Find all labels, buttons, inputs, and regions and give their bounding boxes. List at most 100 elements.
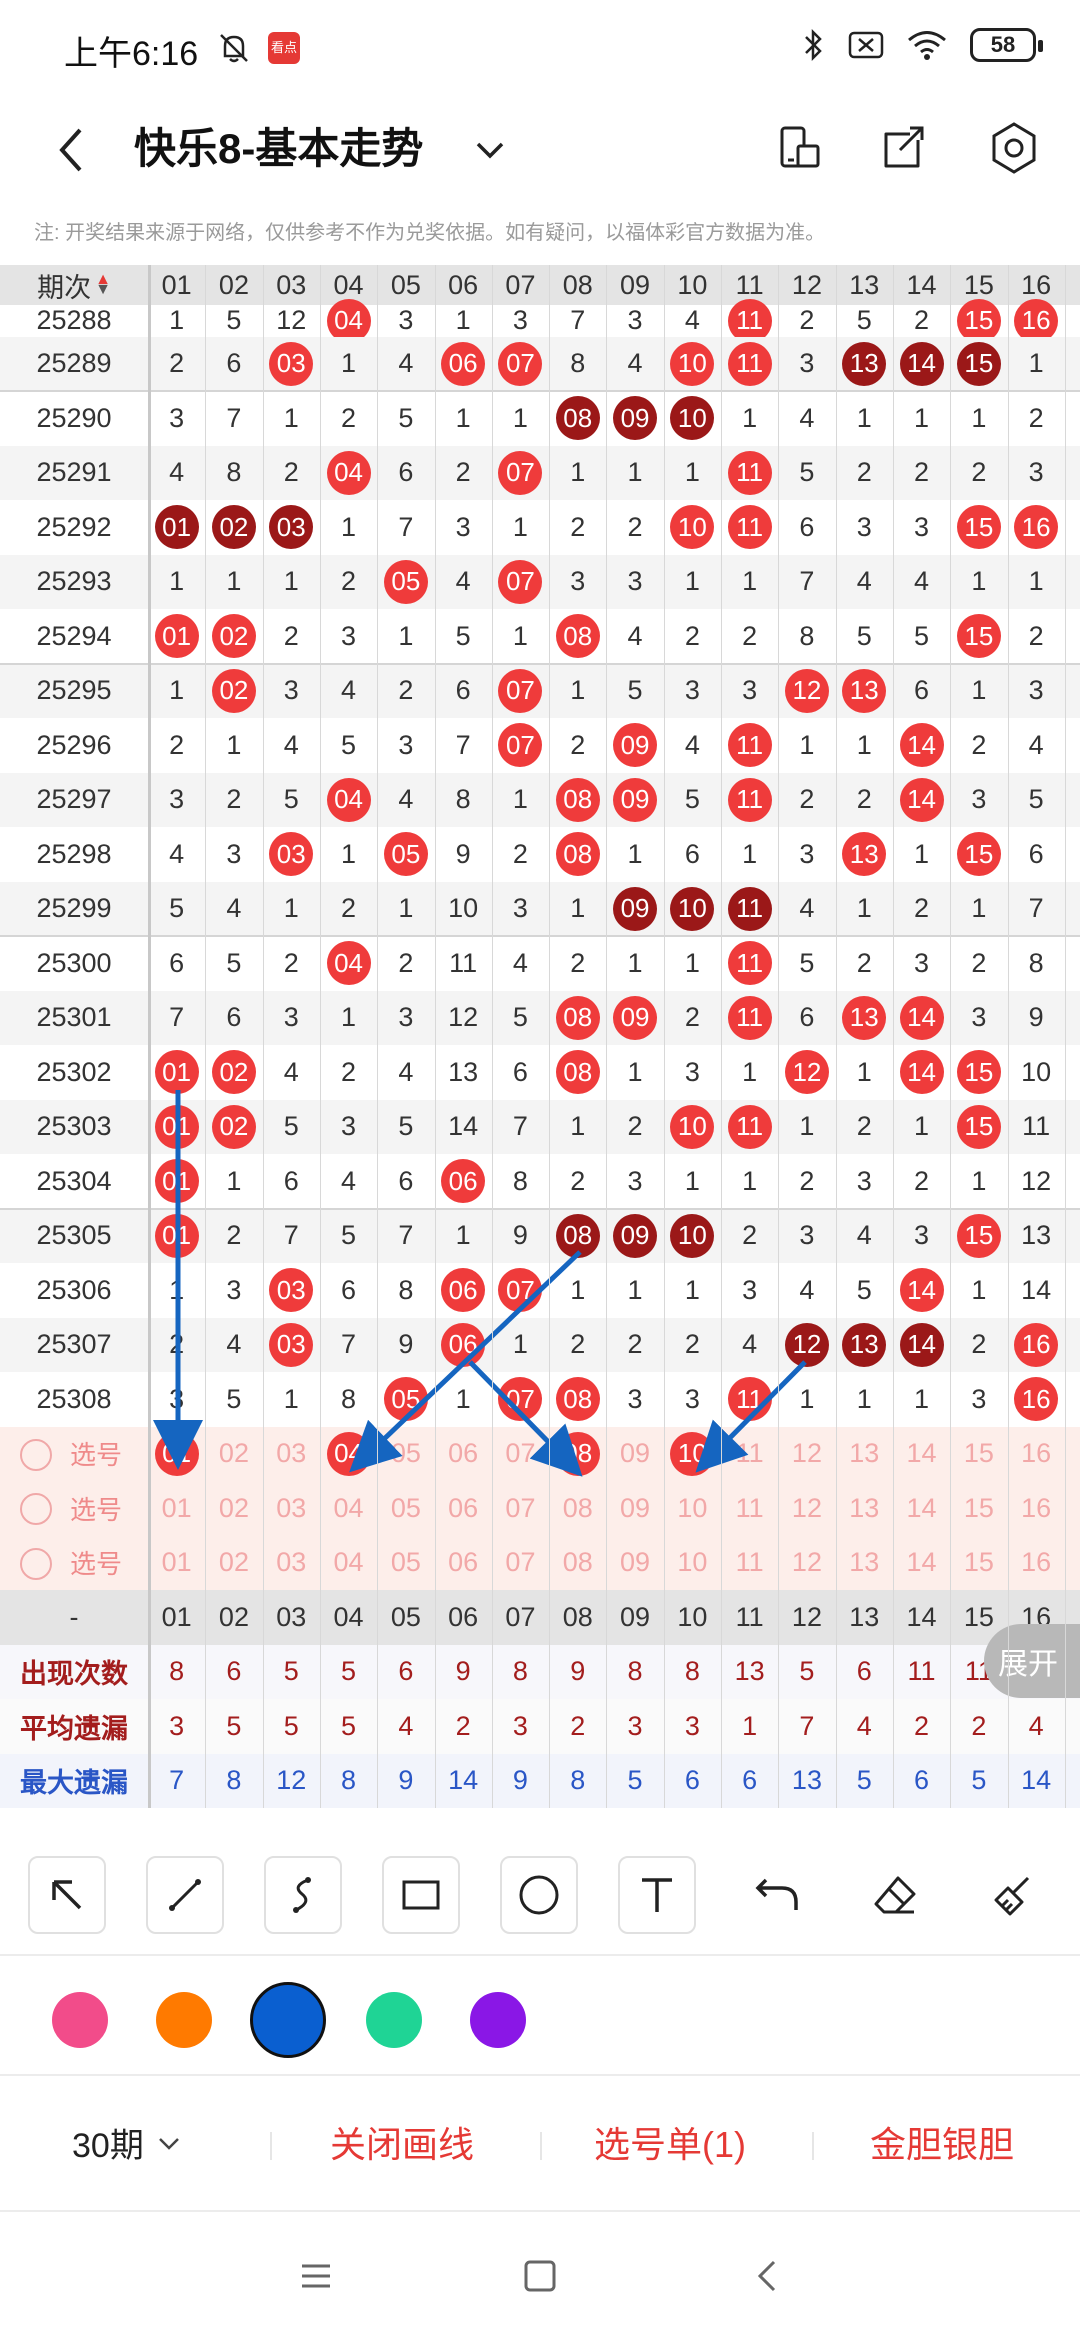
pick-number[interactable]: 08 <box>549 1536 606 1591</box>
pick-list-button[interactable]: 选号单(1) <box>594 2116 746 2168</box>
curve-tool[interactable] <box>264 1856 342 1934</box>
pick-number[interactable]: 13 <box>836 1427 893 1482</box>
pick-number[interactable]: 10 <box>664 1427 721 1482</box>
pick-number[interactable]: 14 <box>893 1427 950 1482</box>
pick-number[interactable]: 10 <box>664 1536 721 1591</box>
pick-number[interactable]: 01 <box>148 1536 205 1591</box>
pick-number[interactable]: 07 <box>492 1481 549 1536</box>
color-swatch[interactable] <box>52 1992 108 2048</box>
omission-value: 6 <box>1028 838 1044 869</box>
number-cell: 2 <box>435 446 492 501</box>
settings-icon[interactable] <box>982 116 1046 180</box>
pick-number[interactable]: 06 <box>435 1536 492 1591</box>
pick-number[interactable]: 02 <box>205 1481 262 1536</box>
picked-number-ball[interactable]: 01 <box>154 1431 199 1476</box>
pick-number[interactable]: 12 <box>778 1536 835 1591</box>
pick-row-radio[interactable] <box>20 1438 52 1471</box>
pick-number[interactable]: 14 <box>893 1536 950 1591</box>
number-cell: 6 <box>377 446 434 501</box>
stat-value: 8 <box>226 1765 242 1796</box>
pick-row-radio[interactable] <box>20 1547 52 1580</box>
pick-number[interactable]: 01 <box>148 1481 205 1536</box>
pick-number[interactable]: 09 <box>606 1481 663 1536</box>
undo-tool[interactable] <box>738 1856 816 1934</box>
menu-icon[interactable] <box>296 2256 336 2296</box>
pick-number[interactable]: 02 <box>205 1536 262 1591</box>
separator <box>270 2132 272 2160</box>
pick-number[interactable]: 06 <box>435 1481 492 1536</box>
omission-value: 6 <box>914 675 930 706</box>
pick-number[interactable]: 11 <box>721 1536 778 1591</box>
pick-number[interactable]: 15 <box>950 1536 1007 1591</box>
table-row: 25307 2 4 03 7 9 06 1 2 2 2 4 12 13 14 2 16 <box>0 1317 1080 1372</box>
pick-number[interactable]: 08 <box>549 1427 606 1482</box>
pick-number[interactable]: 03 <box>263 1481 320 1536</box>
share-icon[interactable] <box>872 116 936 180</box>
period-column-header[interactable]: 期次 ▲ ▼ <box>0 265 148 305</box>
pick-row-radio[interactable] <box>20 1493 52 1525</box>
pick-number[interactable]: 02 <box>205 1427 262 1482</box>
picked-number-ball[interactable]: 10 <box>670 1431 715 1476</box>
pick-number[interactable]: 04 <box>320 1536 377 1591</box>
device-layout-icon[interactable] <box>768 116 832 180</box>
pick-number[interactable]: 16 <box>1008 1536 1065 1591</box>
number-cell: 10 <box>435 882 492 937</box>
pick-number[interactable]: 13 <box>836 1481 893 1536</box>
pick-number[interactable]: 01 <box>148 1427 205 1482</box>
pick-number[interactable]: 13 <box>836 1536 893 1591</box>
color-swatch[interactable] <box>366 1992 422 2048</box>
pick-number[interactable]: 09 <box>606 1536 663 1591</box>
pick-number[interactable]: 05 <box>377 1536 434 1591</box>
pick-number[interactable]: 09 <box>606 1427 663 1482</box>
pick-number[interactable]: 12 <box>778 1481 835 1536</box>
rectangle-tool[interactable] <box>382 1856 460 1934</box>
pick-number[interactable]: 03 <box>263 1536 320 1591</box>
close-lines-button[interactable]: 关闭画线 <box>330 2116 474 2168</box>
circle-tool[interactable] <box>500 1856 578 1934</box>
home-icon[interactable] <box>520 2256 560 2296</box>
color-swatch[interactable] <box>470 1992 526 2048</box>
pick-number[interactable]: 07 <box>492 1536 549 1591</box>
pointer-tool[interactable] <box>28 1856 106 1934</box>
omission-value: 2 <box>341 402 357 433</box>
color-swatch[interactable] <box>156 1992 212 2048</box>
gold-silver-button[interactable]: 金胆银胆 <box>870 2116 1014 2168</box>
pick-number[interactable]: 04 <box>320 1481 377 1536</box>
pick-number[interactable]: 15 <box>950 1427 1007 1482</box>
back-arrow-icon[interactable] <box>44 120 104 180</box>
pick-number[interactable]: 05 <box>377 1481 434 1536</box>
sort-icon[interactable]: ▲ ▼ <box>95 272 111 298</box>
pick-number[interactable]: 08 <box>549 1481 606 1536</box>
pick-number[interactable]: 07 <box>492 1427 549 1482</box>
pick-number[interactable]: 11 <box>721 1481 778 1536</box>
pick-number[interactable]: 11 <box>721 1427 778 1482</box>
back-icon[interactable] <box>748 2256 788 2296</box>
pick-number[interactable]: 10 <box>664 1481 721 1536</box>
pick-number[interactable]: 06 <box>435 1427 492 1482</box>
line-tool[interactable] <box>146 1856 224 1934</box>
pick-number[interactable]: 14 <box>893 1481 950 1536</box>
text-tool[interactable] <box>618 1856 696 1934</box>
color-swatch[interactable] <box>250 1982 326 2058</box>
pick-number[interactable]: 03 <box>263 1427 320 1482</box>
drawn-number-ball: 03 <box>269 505 314 550</box>
pick-number[interactable]: 16 <box>1008 1481 1065 1536</box>
page-title[interactable]: 快乐8-基本走势 <box>134 116 423 182</box>
pick-number[interactable]: 12 <box>778 1427 835 1482</box>
clear-tool[interactable] <box>974 1856 1052 1934</box>
pick-number[interactable]: 15 <box>950 1481 1007 1536</box>
pick-number[interactable]: 04 <box>320 1427 377 1482</box>
pick-number[interactable]: 05 <box>377 1427 434 1482</box>
omission-value: 7 <box>226 402 242 433</box>
drawn-number-ball: 09 <box>613 995 658 1040</box>
period-selector[interactable]: 30期 <box>72 2118 184 2167</box>
number-cell: 8 <box>549 337 606 392</box>
drawn-number-ball: 08 <box>555 614 600 659</box>
omission-value: 6 <box>398 1165 414 1196</box>
eraser-tool[interactable] <box>856 1856 934 1934</box>
picked-number-ball[interactable]: 04 <box>326 1431 371 1476</box>
chevron-down-icon[interactable] <box>470 124 510 174</box>
pick-number[interactable]: 16 <box>1008 1427 1065 1482</box>
picked-number-ball[interactable]: 08 <box>555 1431 600 1476</box>
omission-value: 1 <box>341 1002 357 1033</box>
